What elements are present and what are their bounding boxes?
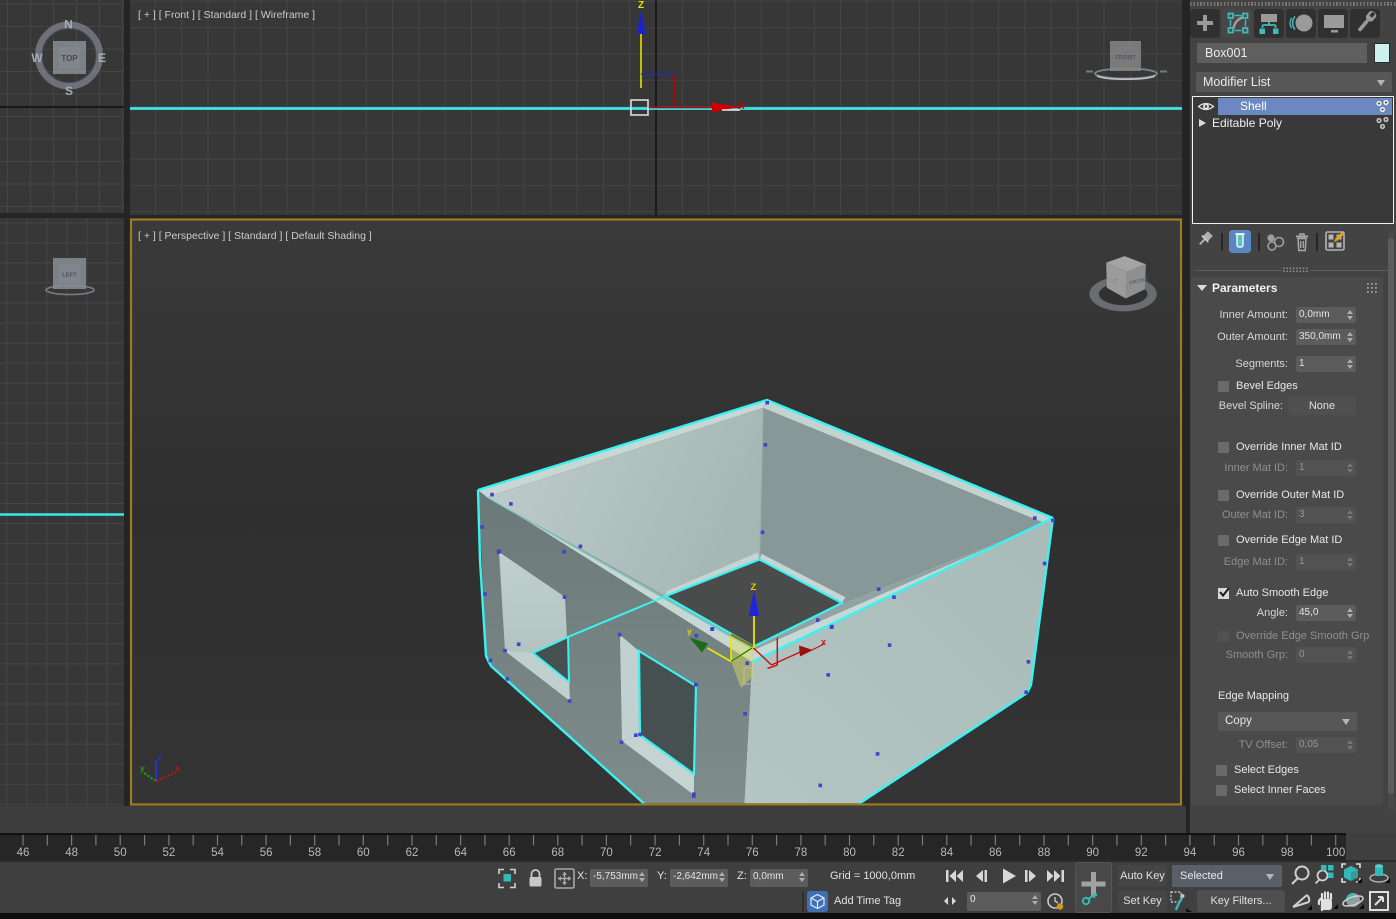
svg-text:68: 68 — [551, 847, 564, 859]
svg-text:58: 58 — [308, 847, 321, 859]
svg-text:94: 94 — [1184, 847, 1197, 859]
svg-text:46: 46 — [17, 847, 30, 859]
svg-text:LEFT: LEFT — [62, 273, 77, 279]
svg-text:86: 86 — [989, 847, 1002, 859]
svg-text:z: z — [158, 752, 162, 762]
svg-text:[ + ] [ Front ] [ Standard ] [: [ + ] [ Front ] [ Standard ] [ Wireframe… — [138, 9, 315, 21]
svg-text:100: 100 — [1326, 847, 1345, 859]
svg-text:98: 98 — [1281, 847, 1294, 859]
svg-text:90: 90 — [1086, 847, 1099, 859]
svg-text:92: 92 — [1135, 847, 1148, 859]
svg-text:56: 56 — [260, 847, 273, 859]
svg-text:76: 76 — [746, 847, 759, 859]
svg-text:x: x — [175, 763, 180, 773]
svg-text:66: 66 — [503, 847, 516, 859]
svg-text:62: 62 — [406, 847, 419, 859]
svg-text:54: 54 — [211, 847, 224, 859]
svg-text:x: x — [821, 637, 826, 647]
svg-text::::T: :::T — [1110, 278, 1118, 285]
svg-text:N: N — [64, 18, 73, 32]
svg-text:60: 60 — [357, 847, 370, 859]
svg-text:Z: Z — [751, 582, 757, 593]
svg-text:96: 96 — [1232, 847, 1245, 859]
svg-text:88: 88 — [1038, 847, 1051, 859]
svg-text:82: 82 — [892, 847, 905, 859]
svg-text:S: S — [65, 84, 73, 98]
svg-text:70: 70 — [600, 847, 613, 859]
svg-text:y: y — [687, 626, 692, 636]
svg-text:E: E — [98, 51, 106, 65]
svg-text:y: y — [140, 763, 145, 773]
svg-text:78: 78 — [795, 847, 808, 859]
svg-text:X: X — [738, 101, 745, 112]
svg-text:80: 80 — [843, 847, 856, 859]
svg-text:48: 48 — [65, 847, 78, 859]
svg-text:52: 52 — [163, 847, 176, 859]
svg-text:74: 74 — [697, 847, 710, 859]
svg-text:72: 72 — [649, 847, 662, 859]
svg-text:TOP: TOP — [61, 54, 78, 63]
svg-text:64: 64 — [454, 847, 467, 859]
svg-text:W: W — [31, 51, 43, 65]
svg-text:84: 84 — [940, 847, 953, 859]
svg-text:[ + ] [ Perspective ] [ Standa: [ + ] [ Perspective ] [ Standard ] [ Def… — [138, 230, 372, 242]
svg-text:FRONT: FRONT — [1115, 56, 1136, 62]
svg-text:50: 50 — [114, 847, 127, 859]
svg-text:Z: Z — [638, 0, 644, 11]
